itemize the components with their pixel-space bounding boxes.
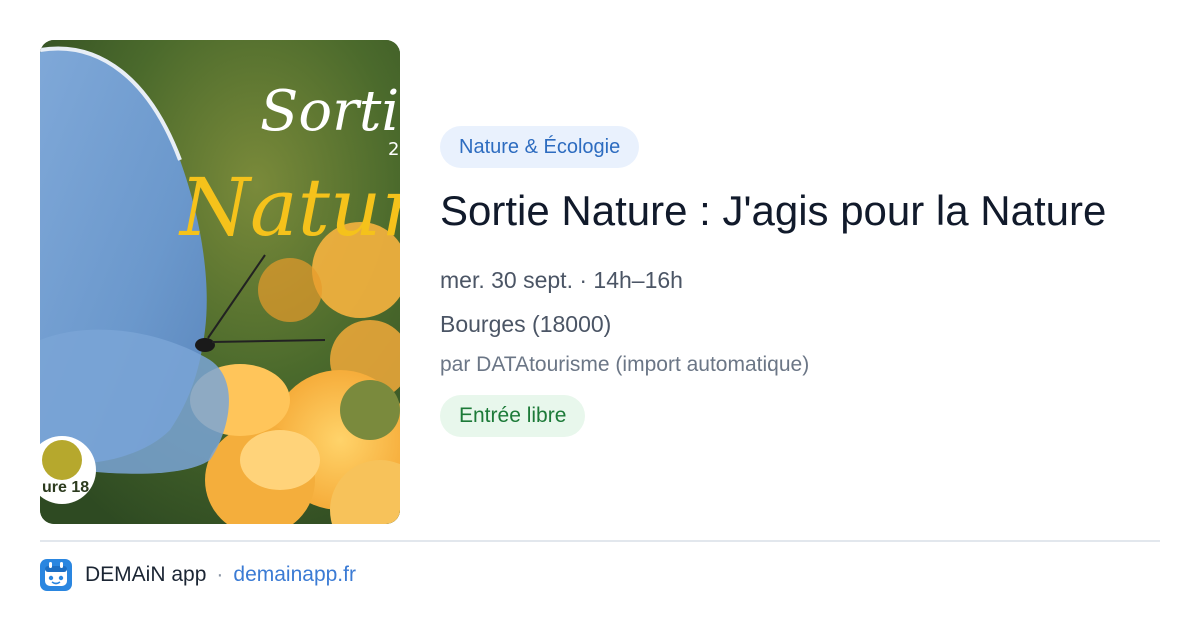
svg-text:Sortie: Sortie <box>260 79 400 144</box>
demain-app-icon <box>40 559 72 591</box>
svg-text:ure 18: ure 18 <box>42 479 89 496</box>
event-title: Sortie Nature : J'agis pour la Nature <box>440 187 1107 234</box>
event-info: Nature & Écologie Sortie Nature : J'agis… <box>440 126 1170 437</box>
footer: DEMAiN app · demainapp.fr <box>40 558 356 592</box>
svg-text:Nature: Nature <box>178 161 400 254</box>
footer-separator: · <box>216 563 224 586</box>
app-name: DEMAiN app <box>85 563 207 586</box>
event-organizer: par DATAtourisme (import automatique) <box>440 353 810 376</box>
event-poster-image: ure 18 Sortie 2 Nature <box>40 40 400 524</box>
category-badge[interactable]: Nature & Écologie <box>440 126 640 168</box>
svg-text:2: 2 <box>388 139 399 160</box>
price-badge: Entrée libre <box>440 395 586 437</box>
event-date: mer. 30 sept. · 14h–16h <box>440 267 683 293</box>
butterfly-photo: ure 18 Sortie 2 Nature <box>40 40 400 524</box>
app-url-link[interactable]: demainapp.fr <box>233 563 356 587</box>
divider <box>40 540 1160 542</box>
event-location: Bourges (18000) <box>440 311 612 337</box>
